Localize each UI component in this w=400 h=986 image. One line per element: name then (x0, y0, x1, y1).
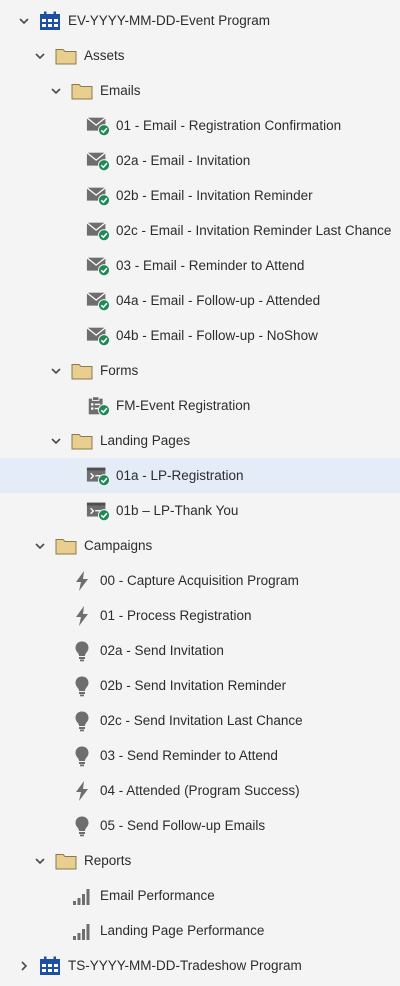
tree-item-label: 05 - Send Follow-up Emails (100, 818, 266, 833)
chevron-down-icon[interactable] (34, 540, 46, 552)
tree-item-label: 01a - LP-Registration (116, 468, 244, 483)
form-approved-icon (86, 395, 110, 417)
chevron-down-icon[interactable] (18, 15, 30, 27)
folder-icon (70, 360, 94, 382)
email-approved-icon (86, 325, 110, 347)
chevron-down-icon[interactable] (50, 365, 62, 377)
tree-item-smart-campaign[interactable]: 05 - Send Follow-up Emails (0, 808, 400, 843)
email-approved-icon (86, 290, 110, 312)
tree-item-label: 03 - Email - Reminder to Attend (116, 258, 305, 273)
folder-icon (54, 45, 78, 67)
landing-page-approved-icon (86, 465, 110, 487)
tree-item-event-program[interactable]: EV-YYYY-MM-DD-Event Program (0, 3, 400, 38)
tree-item-smart-campaign[interactable]: 00 - Capture Acquisition Program (0, 563, 400, 598)
tree-item-label: 04 - Attended (Program Success) (100, 783, 300, 798)
tree-item-label: 02b - Email - Invitation Reminder (116, 188, 313, 203)
chevron-right-icon[interactable] (18, 960, 30, 972)
program-tree: EV-YYYY-MM-DD-Event Program Assets Email… (0, 0, 400, 986)
tree-folder-landing-pages[interactable]: Landing Pages (0, 423, 400, 458)
tree-folder-emails[interactable]: Emails (0, 73, 400, 108)
tree-item-label: Email Performance (100, 888, 215, 903)
tree-item-label: FM-Event Registration (116, 398, 251, 413)
folder-icon (54, 850, 78, 872)
tree-item-label: 04a - Email - Follow-up - Attended (116, 293, 321, 308)
tree-item-label: 03 - Send Reminder to Attend (100, 748, 278, 763)
tree-folder-reports[interactable]: Reports (0, 843, 400, 878)
tree-item-label: 02c - Email - Invitation Reminder Last C… (116, 223, 392, 238)
tree-item-smart-campaign[interactable]: 01 - Process Registration (0, 598, 400, 633)
tree-item-smart-campaign[interactable]: 02c - Send Invitation Last Chance (0, 703, 400, 738)
chevron-down-icon[interactable] (50, 85, 62, 97)
tree-item-report[interactable]: Email Performance (0, 878, 400, 913)
trigger-campaign-icon (70, 605, 94, 627)
folder-icon (54, 535, 78, 557)
tree-item-email[interactable]: 02a - Email - Invitation (0, 143, 400, 178)
email-approved-icon (86, 150, 110, 172)
report-icon (70, 920, 94, 942)
tree-item-label: 01 - Process Registration (100, 608, 252, 623)
folder-icon (70, 80, 94, 102)
tree-item-tradeshow-program[interactable]: TS-YYYY-MM-DD-Tradeshow Program (0, 948, 400, 983)
tree-item-email[interactable]: 04b - Email - Follow-up - NoShow (0, 318, 400, 353)
tree-item-email[interactable]: 04a - Email - Follow-up - Attended (0, 283, 400, 318)
tree-item-label: Emails (100, 83, 141, 98)
chevron-down-icon[interactable] (34, 855, 46, 867)
tree-item-label: Landing Page Performance (100, 923, 265, 938)
tree-item-landing-page[interactable]: 01b – LP-Thank You (0, 493, 400, 528)
tree-folder-assets[interactable]: Assets (0, 38, 400, 73)
tree-item-label: 02a - Send Invitation (100, 643, 224, 658)
tree-item-email[interactable]: 01 - Email - Registration Confirmation (0, 108, 400, 143)
email-approved-icon (86, 115, 110, 137)
batch-campaign-icon (70, 710, 94, 732)
tree-item-label: Forms (100, 363, 139, 378)
batch-campaign-icon (70, 745, 94, 767)
chevron-down-icon[interactable] (50, 435, 62, 447)
tree-item-smart-campaign[interactable]: 03 - Send Reminder to Attend (0, 738, 400, 773)
tree-item-smart-campaign[interactable]: 04 - Attended (Program Success) (0, 773, 400, 808)
trigger-campaign-icon (70, 570, 94, 592)
tree-item-label: Campaigns (84, 538, 153, 553)
batch-campaign-icon (70, 640, 94, 662)
calendar-icon (38, 10, 62, 32)
tree-item-label: 02a - Email - Invitation (116, 153, 251, 168)
tree-item-report[interactable]: Landing Page Performance (0, 913, 400, 948)
tree-item-smart-campaign[interactable]: 02a - Send Invitation (0, 633, 400, 668)
tree-item-label: EV-YYYY-MM-DD-Event Program (68, 13, 271, 28)
email-approved-icon (86, 185, 110, 207)
folder-icon (70, 430, 94, 452)
tree-item-landing-page[interactable]: 01a - LP-Registration (0, 458, 400, 493)
tree-item-label: 02c - Send Invitation Last Chance (100, 713, 303, 728)
tree-item-label: Assets (84, 48, 125, 63)
calendar-icon (38, 955, 62, 977)
tree-item-label: Landing Pages (100, 433, 191, 448)
tree-item-smart-campaign[interactable]: 02b - Send Invitation Reminder (0, 668, 400, 703)
tree-item-label: 01 - Email - Registration Confirmation (116, 118, 342, 133)
trigger-campaign-icon (70, 780, 94, 802)
email-approved-icon (86, 220, 110, 242)
tree-item-label: 01b – LP-Thank You (116, 503, 239, 518)
tree-item-email[interactable]: 02c - Email - Invitation Reminder Last C… (0, 213, 400, 248)
tree-item-label: 00 - Capture Acquisition Program (100, 573, 299, 588)
tree-item-label: TS-YYYY-MM-DD-Tradeshow Program (68, 958, 302, 973)
landing-page-approved-icon (86, 500, 110, 522)
tree-item-email[interactable]: 02b - Email - Invitation Reminder (0, 178, 400, 213)
tree-item-label: 04b - Email - Follow-up - NoShow (116, 328, 318, 343)
tree-folder-campaigns[interactable]: Campaigns (0, 528, 400, 563)
tree-item-form[interactable]: FM-Event Registration (0, 388, 400, 423)
report-icon (70, 885, 94, 907)
tree-folder-forms[interactable]: Forms (0, 353, 400, 388)
tree-item-email[interactable]: 03 - Email - Reminder to Attend (0, 248, 400, 283)
tree-item-label: 02b - Send Invitation Reminder (100, 678, 287, 693)
chevron-down-icon[interactable] (34, 50, 46, 62)
email-approved-icon (86, 255, 110, 277)
tree-item-label: Reports (84, 853, 132, 868)
batch-campaign-icon (70, 815, 94, 837)
batch-campaign-icon (70, 675, 94, 697)
